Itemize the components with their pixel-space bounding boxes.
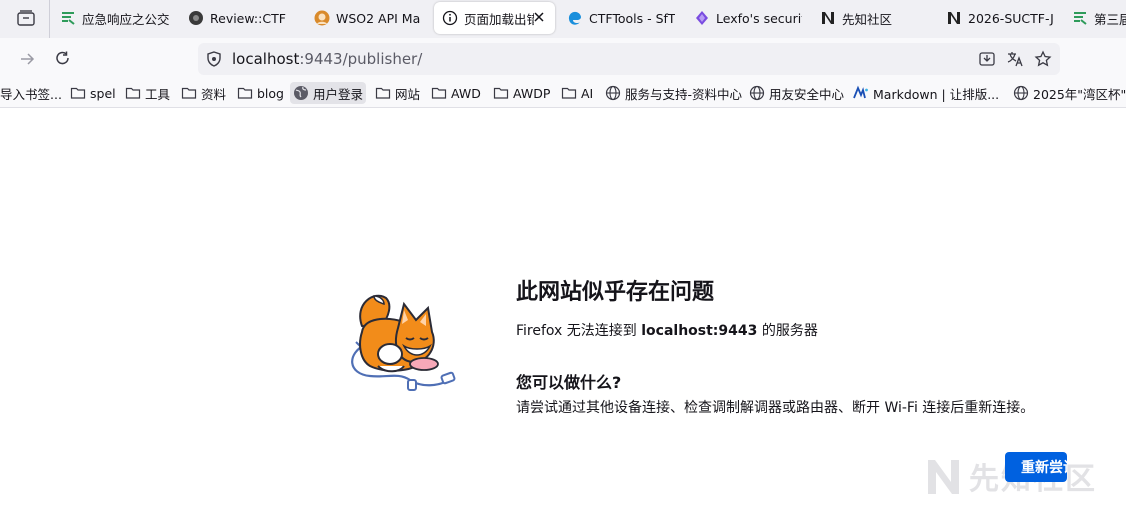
tab-strip-divider [49,0,50,38]
forward-button[interactable] [16,48,38,70]
bookmark-label: AI [581,85,594,101]
error-desc-prefix: Firefox 无法连接到 [516,323,642,339]
lexfo-icon [694,10,710,26]
tab-label: WSO2 API Ma [336,10,421,26]
bookmark-folder-awd[interactable]: AWD [428,82,484,104]
bookmark-folder-spel[interactable]: spel [67,82,119,104]
navigation-toolbar: localhost:9443/publisher/ [0,38,1126,80]
list-icon [1072,10,1088,26]
tab-4[interactable]: CTFTools - SfT [567,0,675,36]
bookmark-folder-ai[interactable]: AI [558,82,596,104]
bookmark-label: 工具 [145,86,171,102]
bookmark-label: AWDP [513,85,551,101]
bookmark-label: AWD [451,85,481,101]
tab-label: CTFTools - SfT [589,10,675,26]
edge-icon [567,10,583,26]
url-text[interactable]: localhost:9443/publisher/ [232,50,422,68]
info-icon [442,10,458,26]
tab-label: 第三届 [1094,11,1126,27]
globe-icon [293,85,309,101]
error-title: 此网站似乎存在问题 [516,280,715,305]
globe-icon [1013,85,1029,101]
bookmark-yonyou-security[interactable]: 用友安全中心 [746,82,847,104]
xianzhi-icon [820,10,836,26]
url-bar[interactable]: localhost:9443/publisher/ [198,43,1060,75]
folder-icon [70,85,86,101]
globe-icon [749,85,765,101]
bookmarks-toolbar: 导入书签... spel 工具 资料 blog 用户登录 网站 AWD AWDP… [0,80,1126,108]
tab-2[interactable]: WSO2 API Ma [314,0,424,36]
url-host: localhost [232,50,300,68]
bookmark-markdown[interactable]: Markdown | 让排版... [850,82,1002,104]
error-desc-suffix: 的服务器 [757,323,818,339]
save-page-icon[interactable] [978,50,996,68]
tab-7[interactable]: 2026-SUCTF-JE [946,0,1054,36]
bookmark-label: 服务与支持-资料中心 [625,86,743,102]
folder-icon [125,85,141,101]
folder-icon [375,85,391,101]
url-path: :9443/publisher/ [299,50,423,68]
xianzhi-watermark-icon [928,460,959,494]
try-again-button[interactable]: 重新尝试 [1005,452,1067,482]
avatar-icon [314,10,330,26]
tab-strip: 应急响应之公交 Review::CTF WSO2 API Ma 页面加载出错 C… [0,0,1126,38]
bookmark-folder-sites[interactable]: 网站 [372,82,423,104]
star-icon[interactable] [1034,50,1052,68]
bookmark-label: 网站 [395,86,421,102]
tab-1[interactable]: Review::CTF [188,0,303,36]
folder-icon [431,85,447,101]
tab-6[interactable]: 先知社区 [820,0,928,36]
tab-label: 页面加载出错 [464,11,534,27]
tab-list-menu-button[interactable] [16,9,36,27]
bookmark-folder-blog[interactable]: blog [234,82,287,104]
arrow-right-icon [21,53,35,65]
bookmark-import[interactable]: 导入书签... [0,82,65,104]
translate-icon[interactable] [1006,50,1024,68]
tab-label: 2026-SUCTF-JE [968,10,1054,26]
bookmark-label: 2025年"湾区杯"网 [1033,86,1126,102]
tab-label: 先知社区 [842,11,893,27]
tab-label: 应急响应之公交 [82,11,170,27]
dark-circle-icon [188,10,204,26]
bookmark-label: 用户登录 [313,86,364,102]
bookmark-folder-tools[interactable]: 工具 [122,82,173,104]
what-can-you-do-heading: 您可以做什么? [516,373,622,392]
list-icon [60,10,76,26]
xianzhi-icon [946,10,962,26]
bookmark-user-login[interactable]: 用户登录 [290,82,367,104]
folder-icon [181,85,197,101]
bookmark-folder-awdp[interactable]: AWDP [490,82,553,104]
folder-icon [237,85,253,101]
tab-label: Review::CTF [210,10,286,26]
close-tab-icon[interactable] [531,9,547,25]
tab-0[interactable]: 应急响应之公交 [60,0,175,36]
bookmark-label: Markdown | 让排版... [873,86,1000,102]
markdown-icon [853,85,869,101]
folder-icon [493,85,509,101]
bookmark-label: 资料 [201,86,227,102]
folder-icon [561,85,577,101]
reload-icon [56,51,69,65]
error-description: Firefox 无法连接到 localhost:9443 的服务器 [516,320,818,340]
shield-icon[interactable] [206,51,222,67]
fox-unplugged-icon [351,294,456,391]
bookmark-label: spel [90,85,116,101]
bookmark-label: blog [257,85,284,101]
bookmark-folder-materials[interactable]: 资料 [178,82,229,104]
globe-icon [605,85,621,101]
tab-8[interactable]: 第三届 [1072,0,1126,36]
reload-button[interactable] [52,48,74,70]
error-desc-host: localhost:9443 [641,323,758,339]
sleeping-fox-illustration [346,288,464,396]
tab-list-icon [17,10,35,26]
tab-label: Lexfo's security [716,10,802,26]
tab-5[interactable]: Lexfo's security [694,0,802,36]
bookmark-service-support[interactable]: 服务与支持-资料中心 [602,82,745,104]
error-advice-text: 请尝试通过其他设备连接、检查调制解调器或路由器、断开 Wi-Fi 连接后重新连接… [516,400,1035,416]
bookmark-label: 导入书签... [0,86,62,102]
tab-3-active[interactable]: 页面加载出错 [434,2,555,34]
bookmark-label: 用友安全中心 [769,86,845,102]
bookmark-wanqu-cup[interactable]: 2025年"湾区杯"网 [1010,82,1126,104]
